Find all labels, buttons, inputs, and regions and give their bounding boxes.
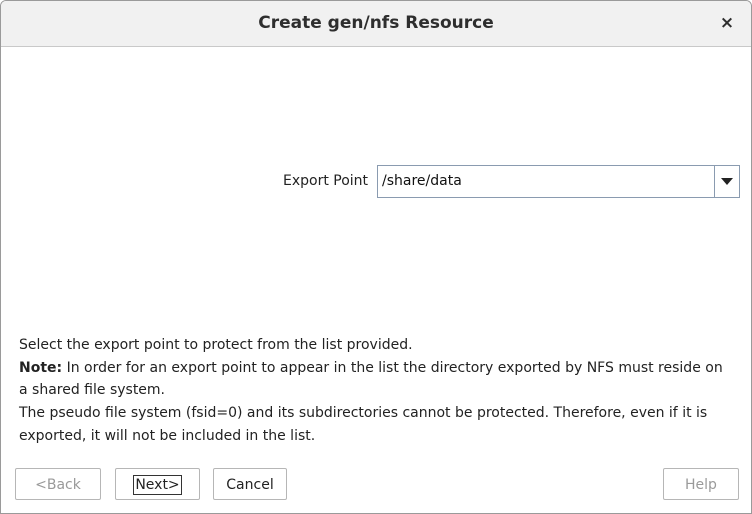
- next-button-label: Next>: [133, 475, 182, 495]
- description-line-1: Select the export point to protect from …: [19, 337, 413, 353]
- note-text: In order for an export point to appear i…: [19, 359, 723, 399]
- dialog-title: Create gen/nfs Resource: [258, 13, 494, 33]
- cancel-button[interactable]: Cancel: [213, 468, 287, 500]
- title-bar: Create gen/nfs Resource ×: [1, 1, 751, 47]
- description-text: Select the export point to protect from …: [19, 334, 734, 448]
- help-button[interactable]: Help: [663, 468, 739, 500]
- back-button[interactable]: <Back: [15, 468, 101, 500]
- dialog-window: Create gen/nfs Resource × Export Point /…: [0, 0, 752, 514]
- next-button[interactable]: Next>: [115, 468, 200, 500]
- export-point-value[interactable]: /share/data: [382, 173, 462, 189]
- description-line-3: The pseudo file system (fsid=0) and its …: [19, 405, 708, 444]
- description-note: Note: In order for an export point to ap…: [19, 357, 734, 402]
- export-point-combobox[interactable]: /share/data: [377, 165, 740, 198]
- chevron-down-icon[interactable]: [714, 166, 739, 197]
- close-icon[interactable]: ×: [717, 13, 737, 33]
- note-lead: Note:: [19, 359, 63, 376]
- export-point-label: Export Point: [283, 173, 369, 189]
